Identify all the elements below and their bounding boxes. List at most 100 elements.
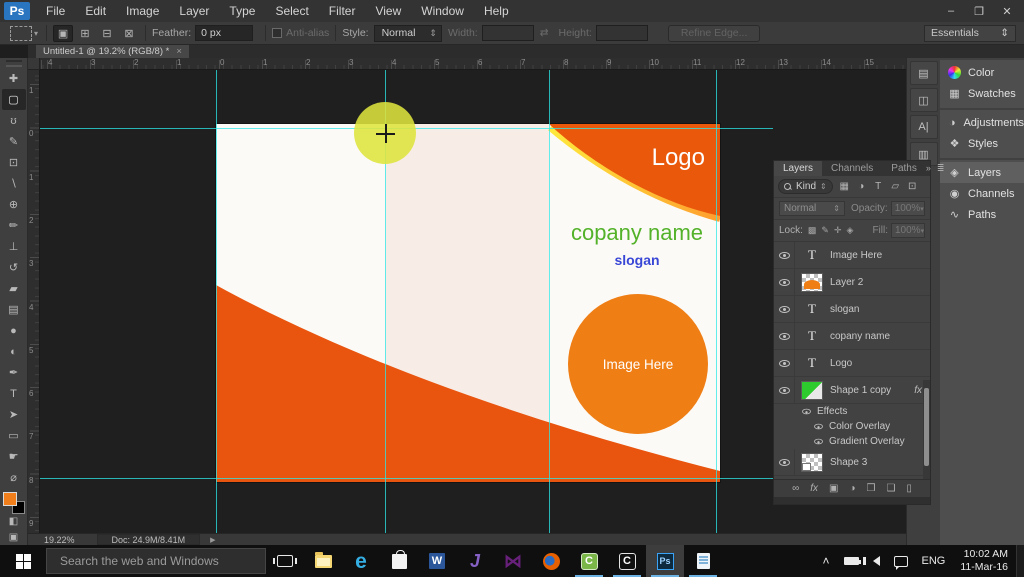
camtasia-icon[interactable]: C xyxy=(570,545,608,577)
visibility-toggle[interactable] xyxy=(774,377,795,403)
language-indicator[interactable]: ENG xyxy=(915,555,953,567)
refine-edge-button[interactable]: Refine Edge... xyxy=(668,25,761,42)
word-icon[interactable]: W xyxy=(418,545,456,577)
layer-row-shape-3[interactable]: Shape 3 xyxy=(774,449,930,476)
status-flyout-icon[interactable]: ▶ xyxy=(210,536,215,544)
tab-close-icon[interactable]: × xyxy=(176,46,182,57)
layer-row-layer-2[interactable]: Layer 2 xyxy=(774,269,930,296)
layer-row-logo[interactable]: TLogo xyxy=(774,350,930,377)
document-size-info[interactable]: Doc: 24.9M/8.41M xyxy=(97,534,201,545)
pen-tool[interactable]: ✒ xyxy=(2,362,26,383)
fill-input[interactable]: 100% ▾ xyxy=(891,223,925,238)
workspace-switcher[interactable]: Essentials ⇕ xyxy=(924,25,1016,42)
document-tab[interactable]: Untitled-1 @ 19.2% (RGB/8) * × xyxy=(36,45,189,58)
visibility-toggle[interactable] xyxy=(774,296,795,322)
menu-image[interactable]: Image xyxy=(116,0,169,22)
layer-row-shape-1-copy[interactable]: Shape 1 copyfx xyxy=(774,377,930,404)
panel-menu-icon[interactable]: ≣ xyxy=(937,163,945,174)
rectangular-marquee-tool[interactable]: ▢ xyxy=(2,89,26,110)
restore-button[interactable]: ❐ xyxy=(966,2,992,20)
healing-brush-tool[interactable]: ⊕ xyxy=(2,194,26,215)
menu-window[interactable]: Window xyxy=(411,0,474,22)
tab-layers[interactable]: Layers xyxy=(774,161,822,176)
layer-row-gradient-overlay[interactable]: Gradient Overlay xyxy=(774,434,930,449)
path-selection-tool[interactable]: ➤ xyxy=(2,404,26,425)
visibility-toggle[interactable] xyxy=(774,350,795,376)
eraser-tool[interactable]: ▰ xyxy=(2,278,26,299)
lock-icon[interactable]: ✎ xyxy=(821,225,829,235)
history-brush-tool[interactable]: ↺ xyxy=(2,257,26,278)
visual-studio-icon[interactable]: ⋈ xyxy=(494,545,532,577)
lock-icon[interactable]: ✛ xyxy=(834,225,842,235)
guide-vertical-1[interactable] xyxy=(216,70,217,533)
delete-layer-icon[interactable]: ▯ xyxy=(906,483,912,494)
screen-mode-icon[interactable]: ▣ xyxy=(2,529,26,545)
height-input[interactable] xyxy=(596,25,648,41)
brush-tool[interactable]: ✏ xyxy=(2,215,26,236)
blur-tool[interactable]: ● xyxy=(2,320,26,341)
guide-horizontal-2[interactable] xyxy=(40,478,773,479)
start-button[interactable] xyxy=(0,545,46,577)
notification-icon[interactable] xyxy=(887,556,915,567)
layer-row-slogan[interactable]: Tslogan xyxy=(774,296,930,323)
layer-row-effects[interactable]: Effects xyxy=(774,404,930,419)
collapsed-panel-icon-properties[interactable]: ◫ xyxy=(910,88,938,112)
tool-preset-icon[interactable] xyxy=(10,26,32,41)
menu-help[interactable]: Help xyxy=(474,0,519,22)
layer-filter-type-icon[interactable]: T xyxy=(872,181,885,192)
eyedropper-tool[interactable]: ∖ xyxy=(2,173,26,194)
quick-selection-tool[interactable]: ✎ xyxy=(2,131,26,152)
zoom-level[interactable]: 19.22% xyxy=(44,535,75,545)
layers-scrollbar[interactable] xyxy=(923,380,930,479)
lasso-tool[interactable]: ʊ xyxy=(2,110,26,131)
gradient-tool[interactable]: ▤ xyxy=(2,299,26,320)
tray-chevron-icon[interactable]: ˄ xyxy=(815,554,836,568)
adjustment-layer-icon[interactable]: ◑ xyxy=(849,483,855,494)
new-layer-icon[interactable]: ❑ xyxy=(886,483,895,494)
layer-row-color-overlay[interactable]: Color Overlay xyxy=(774,419,930,434)
intersect-selection-mode-icon[interactable]: ⊠ xyxy=(119,25,139,42)
visibility-toggle[interactable] xyxy=(808,434,829,449)
antialias-checkbox[interactable] xyxy=(272,28,282,38)
lock-icon[interactable]: ▩ xyxy=(808,225,817,235)
tab-channels[interactable]: Channels xyxy=(822,161,882,176)
crop-tool[interactable]: ⊡ xyxy=(2,152,26,173)
menu-edit[interactable]: Edit xyxy=(75,0,116,22)
menu-type[interactable]: Type xyxy=(219,0,265,22)
layer-filter-type-icon[interactable]: ⊡ xyxy=(906,181,919,192)
new-selection-mode-icon[interactable]: ▣ xyxy=(53,25,73,42)
action-center-button[interactable] xyxy=(1016,545,1024,577)
opacity-input[interactable]: 100% ▾ xyxy=(891,201,925,216)
layer-filter-type-icon[interactable]: ◑ xyxy=(855,181,868,192)
menu-select[interactable]: Select xyxy=(265,0,318,22)
guide-vertical-3[interactable] xyxy=(549,70,550,533)
guide-vertical-4[interactable] xyxy=(716,70,717,533)
speaker-icon[interactable] xyxy=(866,556,887,566)
firefox-icon[interactable] xyxy=(532,545,570,577)
taskbar-clock[interactable]: 10:02 AM 11-Mar-16 xyxy=(952,548,1016,574)
dock-button-channels[interactable]: ◉Channels xyxy=(940,183,1024,204)
menu-filter[interactable]: Filter xyxy=(319,0,366,22)
style-dropdown[interactable]: Normal ⇕ xyxy=(374,25,442,42)
layer-fx-badge[interactable]: fx xyxy=(914,385,922,396)
blend-mode-dropdown[interactable]: Normal ⇕ xyxy=(779,201,845,216)
vertical-ruler[interactable]: 10123456789 xyxy=(28,70,40,533)
clone-stamp-tool[interactable]: ⊥ xyxy=(2,236,26,257)
battery-icon[interactable] xyxy=(837,557,866,565)
task-view-button[interactable] xyxy=(266,545,304,577)
feather-input[interactable]: 0 px xyxy=(195,25,253,41)
foreground-color-swatch[interactable] xyxy=(3,492,17,506)
purple-app-icon[interactable]: J xyxy=(456,545,494,577)
dock-button-paths[interactable]: ∿Paths xyxy=(940,204,1024,225)
photoshop-icon[interactable]: Ps xyxy=(646,545,684,577)
quick-mask-icon[interactable]: ◧ xyxy=(2,514,26,530)
visibility-toggle[interactable] xyxy=(774,269,795,295)
add-mask-icon[interactable]: ▣ xyxy=(829,483,838,494)
horizontal-ruler[interactable]: 43210123456789101112131415 xyxy=(40,58,906,70)
dock-button-adjustments[interactable]: ◑Adjustments xyxy=(940,112,1024,133)
notepad-icon[interactable] xyxy=(684,545,722,577)
visibility-toggle[interactable] xyxy=(796,404,817,419)
camtasia-editor-icon[interactable]: C xyxy=(608,545,646,577)
subtract-selection-mode-icon[interactable]: ⊟ xyxy=(97,25,117,42)
tab-paths[interactable]: Paths xyxy=(882,161,926,176)
